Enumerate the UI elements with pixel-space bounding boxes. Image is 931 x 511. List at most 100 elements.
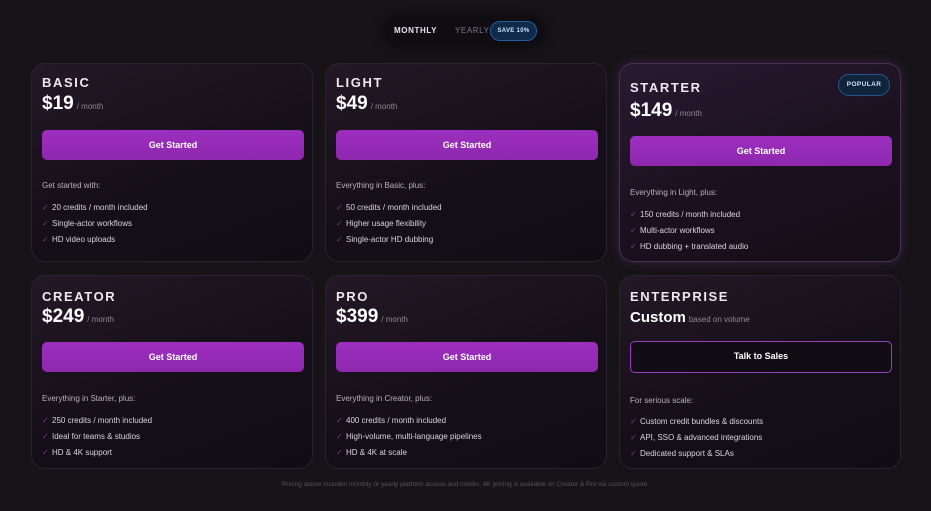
plan-price: $19 xyxy=(42,93,74,114)
plan-intro: Get started with: xyxy=(42,181,101,190)
feature-text: Single-actor HD dubbing xyxy=(346,235,434,244)
feature-list: ✓ Custom credit bundles & discounts ✓ API,… xyxy=(630,414,763,462)
plan-intro: Everything in Basic, plus: xyxy=(336,181,426,190)
check-icon: ✓ xyxy=(42,432,49,441)
feature-text: Multi-actor workflows xyxy=(640,226,715,235)
list-item: ✓ 20 credits / month included xyxy=(42,200,148,216)
list-item: ✓ HD video uploads xyxy=(42,232,148,248)
plan-price: $149 xyxy=(630,100,673,121)
plan-intro: Everything in Starter, plus: xyxy=(42,394,136,403)
feature-text: Custom credit bundles & discounts xyxy=(640,417,764,426)
price-row: $149/ month xyxy=(630,100,702,122)
footer-note: Pricing above includes monthly or yearly… xyxy=(281,481,650,488)
check-icon: ✓ xyxy=(630,210,637,219)
plan-card-starter: STARTER POPULAR $149/ month Get Started … xyxy=(619,63,901,262)
check-icon: ✓ xyxy=(336,416,343,425)
price-row: $249/ month xyxy=(42,306,114,328)
feature-text: API, SSO & advanced integrations xyxy=(640,433,763,442)
list-item: ✓ 150 credits / month included xyxy=(630,207,748,223)
price-row: $19/ month xyxy=(42,93,103,115)
list-item: ✓ Multi-actor workflows xyxy=(630,223,748,239)
feature-text: HD dubbing + translated audio xyxy=(640,242,749,251)
feature-text: HD & 4K support xyxy=(52,448,113,457)
plan-intro: Everything in Creator, plus: xyxy=(336,394,433,403)
plan-intro: Everything in Light, plus: xyxy=(630,188,718,197)
plan-card-creator: CREATOR $249/ month Get Started Everythi… xyxy=(31,275,313,469)
list-item: ✓ Higher usage flexibility xyxy=(336,216,442,232)
feature-text: 20 credits / month included xyxy=(52,203,148,212)
feature-text: 50 credits / month included xyxy=(346,203,442,212)
get-started-button[interactable]: Get Started xyxy=(336,130,598,160)
feature-text: Dedicated support & SLAs xyxy=(640,449,734,458)
list-item: ✓ API, SSO & advanced integrations xyxy=(630,430,763,446)
feature-list: ✓ 20 credits / month included ✓ Single-act… xyxy=(42,200,148,248)
list-item: ✓ High-volume, multi-language pipelines xyxy=(336,429,482,445)
check-icon: ✓ xyxy=(336,235,343,244)
list-item: ✓ Single-actor workflows xyxy=(42,216,148,232)
get-started-button[interactable]: Get Started xyxy=(630,136,892,166)
plan-period: / month xyxy=(675,109,702,118)
list-item: ✓ Ideal for teams & studios xyxy=(42,429,152,445)
list-item: ✓ HD & 4K support xyxy=(42,445,152,461)
monthly-option[interactable]: MONTHLY xyxy=(394,16,437,46)
billing-toggle[interactable]: MONTHLY YEARLY SAVE 10% xyxy=(384,16,544,46)
plan-card-light: LIGHT $49/ month Get Started Everything … xyxy=(325,63,607,262)
plan-price: $249 xyxy=(42,306,85,327)
save-badge[interactable]: SAVE 10% xyxy=(490,21,537,41)
check-icon: ✓ xyxy=(336,448,343,457)
list-item: ✓ 400 credits / month included xyxy=(336,413,482,429)
list-item: ✓ 50 credits / month included xyxy=(336,200,442,216)
list-item: ✓ HD dubbing + translated audio xyxy=(630,239,748,255)
plan-period: / month xyxy=(370,102,398,111)
feature-text: Ideal for teams & studios xyxy=(52,432,141,441)
feature-list: ✓ 250 credits / month included ✓ Ideal for… xyxy=(42,413,152,461)
plan-tier: CREATOR xyxy=(42,289,117,304)
price-row: Custom based on volume xyxy=(630,309,750,327)
check-icon: ✓ xyxy=(42,416,49,425)
get-started-button[interactable]: Get Started xyxy=(42,130,304,160)
feature-list: ✓ 400 credits / month included ✓ High-volu… xyxy=(336,413,482,461)
check-icon: ✓ xyxy=(42,235,49,244)
check-icon: ✓ xyxy=(630,417,637,426)
plan-tier: STARTER xyxy=(630,80,702,95)
talk-to-sales-button[interactable]: Talk to Sales xyxy=(630,341,892,373)
feature-text: 400 credits / month included xyxy=(346,416,447,425)
check-icon: ✓ xyxy=(336,432,343,441)
plan-tier: LIGHT xyxy=(336,75,383,90)
check-icon: ✓ xyxy=(42,219,49,228)
check-icon: ✓ xyxy=(630,449,637,458)
plan-period: / month xyxy=(381,315,408,324)
feature-text: HD video uploads xyxy=(52,235,116,244)
plan-period: / month xyxy=(76,102,104,111)
price-row: $399/ month xyxy=(336,306,408,328)
check-icon: ✓ xyxy=(336,219,343,228)
check-icon: ✓ xyxy=(336,203,343,212)
plan-card-enterprise: ENTERPRISE Custom based on volume Talk to… xyxy=(619,275,901,469)
check-icon: ✓ xyxy=(42,203,49,212)
feature-text: 150 credits / month included xyxy=(640,210,741,219)
check-icon: ✓ xyxy=(630,226,637,235)
list-item: ✓ Single-actor HD dubbing xyxy=(336,232,442,248)
list-item: ✓ 250 credits / month included xyxy=(42,413,152,429)
check-icon: ✓ xyxy=(630,242,637,251)
plan-price: $399 xyxy=(336,306,379,327)
popular-badge: POPULAR xyxy=(838,74,890,96)
plan-card-basic: BASIC $19/ month Get Started Get started… xyxy=(31,63,313,262)
plan-card-pro: PRO $399/ month Get Started Everything i… xyxy=(325,275,607,469)
list-item: ✓ HD & 4K at scale xyxy=(336,445,482,461)
feature-list: ✓ 50 credits / month included ✓ Higher usa… xyxy=(336,200,442,248)
plan-intro: For serious scale: xyxy=(630,396,694,405)
feature-text: Higher usage flexibility xyxy=(346,219,427,228)
plan-tier: ENTERPRISE xyxy=(630,289,730,304)
feature-text: High-volume, multi-language pipelines xyxy=(346,432,482,441)
check-icon: ✓ xyxy=(630,433,637,442)
list-item: ✓ Dedicated support & SLAs xyxy=(630,446,763,462)
yearly-option[interactable]: YEARLY xyxy=(455,16,490,46)
get-started-button[interactable]: Get Started xyxy=(336,342,598,372)
plan-tier: PRO xyxy=(336,289,369,304)
get-started-button[interactable]: Get Started xyxy=(42,342,304,372)
feature-text: Single-actor workflows xyxy=(52,219,133,228)
plan-price: $49 xyxy=(336,93,368,114)
plan-tier: BASIC xyxy=(42,75,91,90)
plan-period: based on volume xyxy=(688,315,750,324)
